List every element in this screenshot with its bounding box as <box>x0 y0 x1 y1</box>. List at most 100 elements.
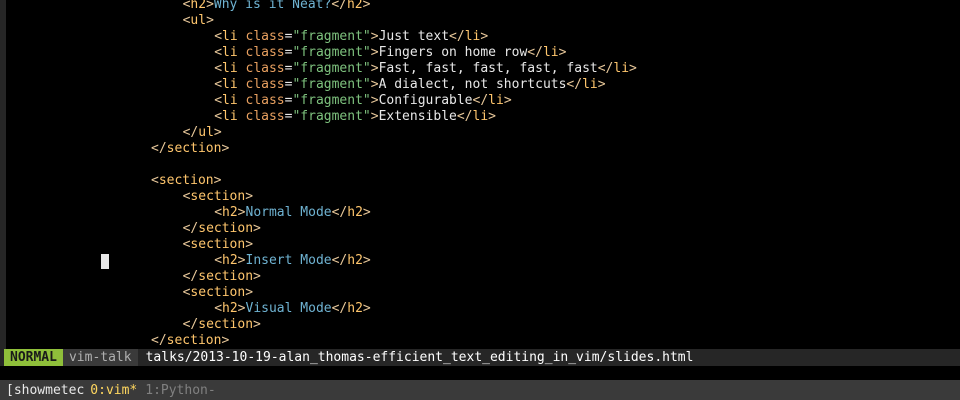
code-token: </ <box>331 253 348 268</box>
code-token: > <box>237 301 246 316</box>
mode-indicator: NORMAL <box>4 349 63 366</box>
code-token: </ <box>449 29 465 44</box>
code-token: li <box>542 45 559 60</box>
tmux-session-name: [showmetec <box>6 382 85 398</box>
code-token: li <box>222 109 238 124</box>
code-token: < <box>214 205 223 220</box>
code-token: > <box>253 317 261 332</box>
code-token: Normal Mode <box>245 205 332 220</box>
code-token: Fingers on home row <box>378 45 528 60</box>
code-token: > <box>503 93 512 108</box>
code-token: "fragment" <box>292 29 371 44</box>
code-token: h2 <box>346 0 363 12</box>
code-token: class <box>237 45 285 60</box>
code-token: > <box>370 109 379 124</box>
code-token: </ <box>182 269 199 284</box>
code-token: </ <box>331 0 347 12</box>
code-token: < <box>214 253 223 268</box>
code-token: < <box>214 77 223 92</box>
tmux-status-bar: [showmetec 0: vim* 1:Python- <box>0 380 960 400</box>
editor-buffer[interactable]: <h2>Why is it Neat?</h2> <ul> <li class="f… <box>6 0 960 349</box>
code-token: section <box>190 237 246 252</box>
file-path: talks/2013-10-19-alan_thomas-efficient_t… <box>145 350 694 365</box>
code-line[interactable]: <section> <box>6 173 960 189</box>
code-token: > <box>370 29 379 44</box>
code-line[interactable]: </section> <box>6 317 960 333</box>
vim-statusline: NORMAL vim-talk talks/2013-10-19-alan_th… <box>0 349 960 366</box>
code-token: > <box>362 301 371 316</box>
code-token: > <box>245 285 254 300</box>
code-line[interactable]: <section> <box>6 189 960 205</box>
code-token: section <box>198 269 254 284</box>
code-token: li <box>613 61 630 76</box>
code-token: </ <box>182 317 199 332</box>
code-line[interactable]: <li class="fragment">A dialect, not shor… <box>6 77 960 93</box>
code-token: > <box>253 269 261 284</box>
code-token: Visual Mode <box>245 301 332 316</box>
code-line[interactable]: <li class="fragment">Configurable</li> <box>6 93 960 109</box>
code-token: h2 <box>222 301 238 316</box>
code-line[interactable]: <h2>Normal Mode</h2> <box>6 205 960 221</box>
code-token: </ <box>566 77 583 92</box>
code-line[interactable]: <li class="fragment">Extensible</li> <box>6 109 960 125</box>
code-token: "fragment" <box>292 45 371 60</box>
code-token: > <box>221 333 230 348</box>
code-token: > <box>362 253 371 268</box>
code-line[interactable]: <h2>Why is it Neat?</h2> <box>6 0 960 13</box>
code-line[interactable]: </section> <box>6 269 960 285</box>
code-token: "fragment" <box>292 93 371 108</box>
tmux-window-active-name[interactable]: vim* <box>106 383 137 398</box>
code-token: > <box>206 0 214 12</box>
code-token: section <box>166 141 222 156</box>
code-token: > <box>253 221 261 236</box>
code-line[interactable]: </ul> <box>6 125 960 141</box>
code-token: > <box>245 189 254 204</box>
tmux-window-active-index[interactable]: 0: <box>90 383 106 398</box>
code-token: class <box>237 61 285 76</box>
code-token: </ <box>597 61 614 76</box>
code-token: > <box>237 253 246 268</box>
code-token: section <box>166 333 222 348</box>
code-token: li <box>222 93 238 108</box>
code-token: > <box>213 125 222 140</box>
code-line[interactable]: <li class="fragment">Fingers on home row… <box>6 45 960 61</box>
code-token: ul <box>190 13 207 28</box>
code-line[interactable]: <section> <box>6 285 960 301</box>
code-token: </ <box>151 141 167 156</box>
code-token: < <box>214 61 223 76</box>
code-token: li <box>222 29 238 44</box>
code-line[interactable]: </section> <box>6 333 960 349</box>
code-line[interactable]: </section> <box>6 221 960 237</box>
code-line[interactable]: <section> <box>6 237 960 253</box>
code-token: h2 <box>222 205 238 220</box>
code-token: h2 <box>190 0 207 12</box>
code-line[interactable]: </section> <box>6 141 960 157</box>
code-token: Why is it Neat? <box>213 0 332 12</box>
code-line[interactable]: <h2>Visual Mode</h2> <box>6 301 960 317</box>
code-line[interactable]: <ul> <box>6 13 960 29</box>
code-token: > <box>221 141 230 156</box>
code-token: "fragment" <box>292 61 371 76</box>
code-token: </ <box>182 221 199 236</box>
code-token: > <box>488 109 496 124</box>
code-token: section <box>198 317 254 332</box>
code-token: li <box>488 93 504 108</box>
code-token: li <box>222 77 238 92</box>
code-token: > <box>237 205 246 220</box>
code-token: li <box>472 109 489 124</box>
code-line[interactable]: <li class="fragment">Just text</li> <box>6 29 960 45</box>
code-line[interactable]: <h2>Insert Mode</h2> <box>6 253 960 269</box>
code-token: section <box>190 285 246 300</box>
code-token: "fragment" <box>292 77 371 92</box>
code-token: class <box>237 77 285 92</box>
code-token: ul <box>198 125 214 140</box>
code-line[interactable]: <li class="fragment">Fast, fast, fast, f… <box>6 61 960 77</box>
code-token: > <box>597 77 606 92</box>
code-token: </ <box>527 45 543 60</box>
code-token: Configurable <box>378 93 473 108</box>
code-token: class <box>237 109 285 124</box>
code-token: </ <box>182 125 199 140</box>
code-line[interactable] <box>6 157 960 173</box>
tmux-window-inactive[interactable]: 1:Python- <box>145 383 215 398</box>
code-token: section <box>198 221 254 236</box>
